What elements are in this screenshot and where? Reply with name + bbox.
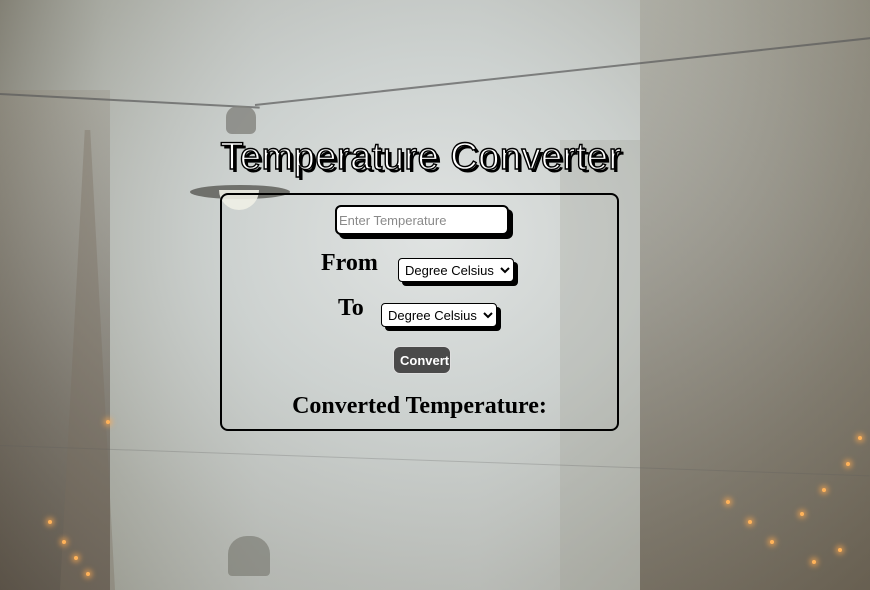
- string-light: [800, 512, 804, 516]
- from-unit-select[interactable]: Degree Celsius: [398, 258, 514, 282]
- string-light: [106, 420, 110, 424]
- string-light: [62, 540, 66, 544]
- string-light: [838, 548, 842, 552]
- string-light: [748, 520, 752, 524]
- from-label: From: [321, 250, 378, 276]
- string-light: [812, 560, 816, 564]
- to-unit-select[interactable]: Degree Celsius: [381, 303, 497, 327]
- string-light: [48, 520, 52, 524]
- string-light: [846, 462, 850, 466]
- string-light: [858, 436, 862, 440]
- string-light: [74, 556, 78, 560]
- string-light: [770, 540, 774, 544]
- street-lamp-distant: [228, 536, 270, 576]
- convert-button[interactable]: Convert: [393, 346, 451, 374]
- converted-temperature-label: Converted Temperature:: [292, 393, 547, 419]
- page-title: Temperature Converter: [220, 135, 622, 178]
- string-light: [726, 500, 730, 504]
- street-lamp-top: [226, 106, 256, 134]
- temperature-input[interactable]: [335, 205, 509, 235]
- to-label: To: [338, 295, 364, 321]
- background-building-right: [640, 0, 870, 590]
- string-light: [822, 488, 826, 492]
- string-light: [86, 572, 90, 576]
- converter-panel: From Degree Celsius To Degree Celsius Co…: [220, 193, 619, 431]
